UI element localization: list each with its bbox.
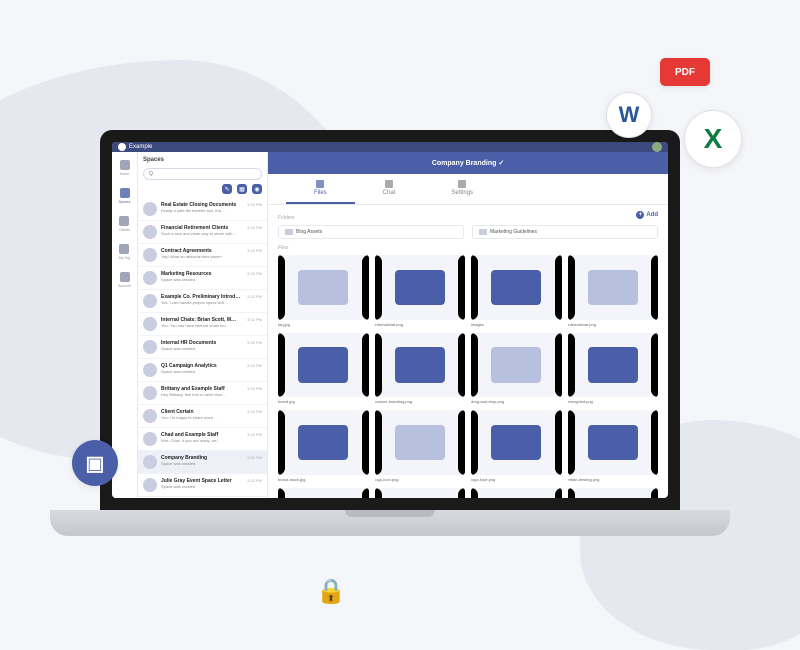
- avatar: [143, 386, 157, 400]
- avatar: [143, 409, 157, 423]
- conversation-item[interactable]: Example Co. Preliminary Introduc…Yes, I …: [138, 290, 267, 313]
- tab-settings[interactable]: Settings: [423, 174, 501, 204]
- excel-badge: X: [684, 110, 742, 168]
- file-item[interactable]: brand.jpg: [278, 333, 369, 405]
- file-item[interactable]: drag-and-drop.png: [471, 333, 562, 405]
- folder-item[interactable]: Marketing Guidelines: [472, 225, 658, 239]
- new-space-button[interactable]: ◉: [252, 184, 262, 194]
- sidebar-item-home[interactable]: Home: [120, 160, 130, 176]
- file-thumbnail: [471, 410, 562, 475]
- chat-icon: [385, 180, 393, 188]
- word-badge: W: [606, 92, 652, 138]
- user-avatar[interactable]: [652, 142, 662, 152]
- sidebar-item-account[interactable]: Account: [118, 272, 131, 288]
- org-icon: [119, 244, 129, 254]
- home-icon: [120, 160, 130, 170]
- avatar: [143, 432, 157, 446]
- file-thumbnail: [471, 488, 562, 498]
- files-icon: [316, 180, 324, 188]
- search-input[interactable]: [143, 168, 262, 180]
- file-thumbnail: [278, 333, 369, 398]
- file-thumbnail: [278, 410, 369, 475]
- files-section-label: Files: [278, 245, 658, 251]
- file-item[interactable]: internalchat.png: [375, 255, 466, 327]
- pdf-badge: PDF: [660, 58, 710, 86]
- avatar: [143, 340, 157, 354]
- sidebar-item-clients[interactable]: Clients: [119, 216, 130, 232]
- file-item[interactable]: logo-icon.png: [375, 410, 466, 482]
- file-item[interactable]: retain-besting.png: [568, 410, 659, 482]
- image-badge: ▣: [72, 440, 118, 486]
- add-button[interactable]: Add: [636, 211, 658, 219]
- file-thumbnail: [471, 333, 562, 398]
- compose-button[interactable]: ✎: [222, 184, 232, 194]
- avatar: [143, 478, 157, 492]
- file-thumbnail: [375, 333, 466, 398]
- file-thumbnail: [375, 488, 466, 498]
- tab-files[interactable]: Files: [286, 174, 355, 204]
- file-item[interactable]: logo-foye.png: [471, 410, 562, 482]
- file-item[interactable]: faq.jpg: [278, 255, 369, 327]
- laptop-mockup: Example Home Spaces Clients My Org Account S…: [100, 130, 730, 536]
- file-thumbnail: [471, 255, 562, 320]
- clients-icon: [119, 216, 129, 226]
- avatar: [143, 317, 157, 331]
- conversation-item[interactable]: Brittany and Example StaffHey Brittany, …: [138, 382, 267, 405]
- app-name: Example: [129, 144, 152, 150]
- file-item[interactable]: share.png: [375, 488, 466, 498]
- conversation-item[interactable]: Company BrandingSpace was created3:32 PM: [138, 451, 267, 474]
- account-icon: [120, 272, 130, 282]
- file-item[interactable]: messaging.png: [278, 488, 369, 498]
- file-item[interactable]: encrypted.png: [568, 333, 659, 405]
- conversations-header: Spaces: [143, 157, 164, 163]
- file-item[interactable]: shield.png: [471, 488, 562, 498]
- sidebar-item-org[interactable]: My Org: [119, 244, 130, 260]
- conversation-item[interactable]: Internal Chats: Brian Scott, M…You: You …: [138, 313, 267, 336]
- avatar: [143, 248, 157, 262]
- laptop-base: [50, 510, 730, 536]
- file-item[interactable]: images: [471, 255, 562, 327]
- sidebar-item-spaces[interactable]: Spaces: [119, 188, 131, 204]
- conversation-item[interactable]: Chad and Example StaffWm: Chad, if you a…: [138, 428, 267, 451]
- app-logo-icon: [118, 143, 126, 151]
- file-thumbnail: [568, 410, 659, 475]
- file-item[interactable]: secure.png: [568, 488, 659, 498]
- file-thumbnail: [375, 255, 466, 320]
- conversation-item[interactable]: Financial Retirement ClientsSuch a nice …: [138, 221, 267, 244]
- file-item[interactable]: internalchat.png: [568, 255, 659, 327]
- avatar: [143, 294, 157, 308]
- avatar: [143, 225, 157, 239]
- conversation-item[interactable]: PreliminarySpace was created3:32 PM: [138, 497, 267, 498]
- avatar: [143, 271, 157, 285]
- lock-icon: 🔒: [308, 568, 354, 614]
- space-title: Company Branding ✓: [268, 152, 668, 174]
- file-item[interactable]: custom-branding.png: [375, 333, 466, 405]
- settings-icon: [458, 180, 466, 188]
- conversation-item[interactable]: Julie Gray Event Space LetterSpace was c…: [138, 474, 267, 497]
- conversation-item[interactable]: Real Estate Closing DocumentsFinally a s…: [138, 198, 267, 221]
- file-thumbnail: [278, 255, 369, 320]
- avatar: [143, 202, 157, 216]
- conversation-item[interactable]: Internal HR DocumentsSpace was created3:…: [138, 336, 267, 359]
- folders-section-label: Folders: [278, 215, 658, 221]
- conversation-item[interactable]: Marketing ResourcesSpace was created3:32…: [138, 267, 267, 290]
- spaces-icon: [120, 188, 130, 198]
- conversation-item[interactable]: Client CertainYou: I'm happy to share mo…: [138, 405, 267, 428]
- titlebar: Example: [112, 142, 668, 152]
- avatar: [143, 455, 157, 469]
- conversation-item[interactable]: Contract AgreementsYay! What an absolute…: [138, 244, 267, 267]
- file-item[interactable]: brand-stock.jpg: [278, 410, 369, 482]
- avatar: [143, 363, 157, 377]
- conversation-item[interactable]: Q1 Campaign AnalyticsSpace was created3:…: [138, 359, 267, 382]
- tab-chat[interactable]: Chat: [355, 174, 424, 204]
- file-thumbnail: [568, 488, 659, 498]
- file-thumbnail: [375, 410, 466, 475]
- file-thumbnail: [278, 488, 369, 498]
- file-thumbnail: [568, 255, 659, 320]
- file-thumbnail: [568, 333, 659, 398]
- folder-item[interactable]: Blog Assets: [278, 225, 464, 239]
- new-folder-button[interactable]: ▦: [237, 184, 247, 194]
